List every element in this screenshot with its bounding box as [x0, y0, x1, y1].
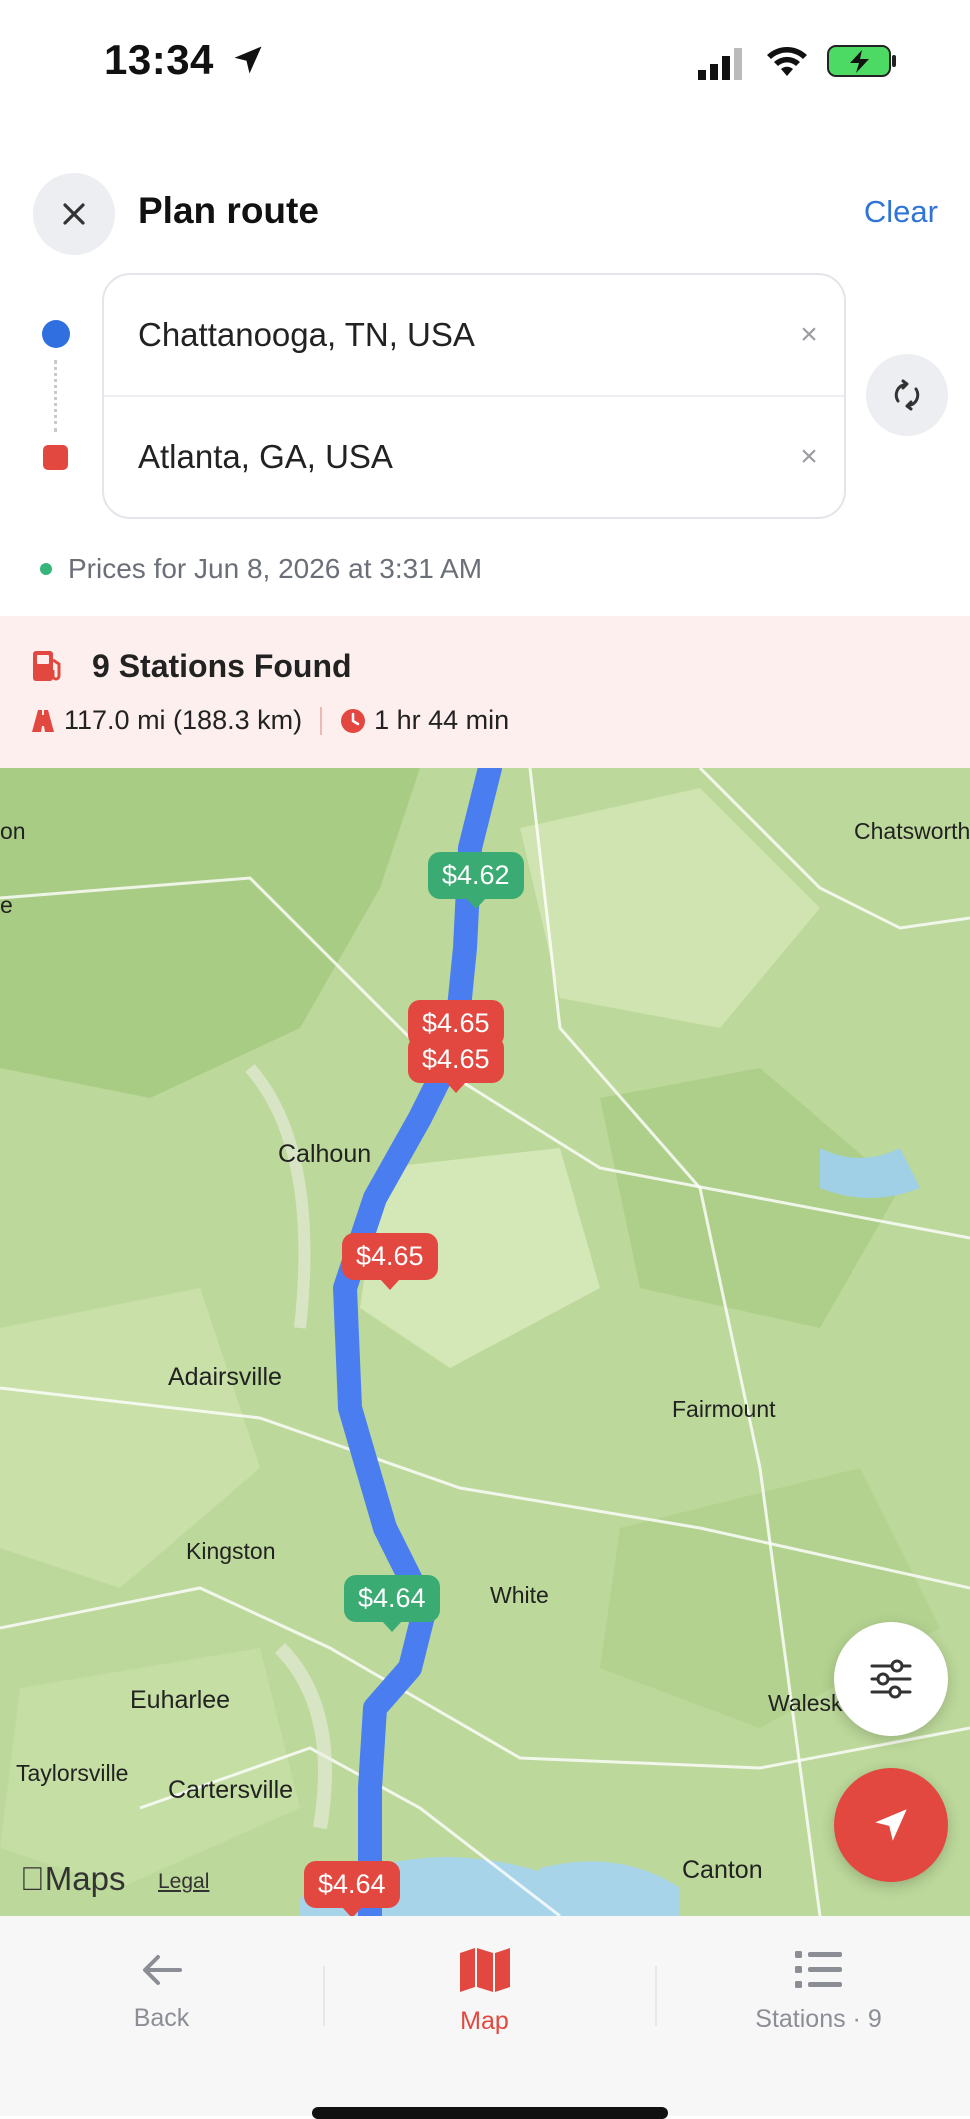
price-pin[interactable]: $4.65: [342, 1233, 438, 1290]
tab-stations-label: Stations · 9: [755, 2004, 882, 2033]
origin-marker-icon: [42, 320, 70, 348]
prices-note: Prices for Jun 8, 2026 at 3:31 AM: [40, 553, 482, 585]
clear-origin-icon[interactable]: ×: [774, 318, 844, 352]
tab-back[interactable]: Back: [0, 1916, 323, 2066]
live-dot-icon: [40, 563, 52, 575]
filter-button[interactable]: [834, 1622, 948, 1736]
clear-button[interactable]: Clear: [864, 194, 938, 230]
list-icon: [794, 1950, 842, 1988]
location-arrow-icon: [234, 46, 262, 74]
map-terrain: [0, 768, 970, 1916]
origin-value[interactable]: Chattanooga, TN, USA: [138, 316, 774, 354]
map-icon: [459, 1947, 510, 1992]
results-summary: [0, 616, 970, 768]
apple-logo-icon: : [20, 1860, 45, 1897]
duration-text: 1 hr 44 min: [374, 705, 510, 735]
bottom-tab-bar: Back Map Stations · 9: [0, 1916, 970, 2116]
back-arrow-icon: [142, 1954, 182, 1985]
battery-charging-icon: [826, 44, 898, 83]
home-indicator[interactable]: [312, 2107, 668, 2119]
price-pin[interactable]: $4.65: [408, 1036, 504, 1093]
town-label: e: [0, 892, 13, 918]
town-label: Taylorsville: [16, 1760, 129, 1786]
page-title: Plan route: [138, 190, 319, 231]
clock-icon: [341, 708, 366, 733]
town-label: Adairsville: [168, 1363, 282, 1391]
town-label: Fairmount: [672, 1396, 776, 1422]
swap-icon: [894, 379, 920, 411]
tab-map[interactable]: Map: [323, 1916, 646, 2066]
stats-separator: [320, 706, 323, 735]
wifi-icon: [764, 42, 810, 83]
distance-text: 117.0 mi (188.3 km): [64, 705, 303, 735]
town-label: on: [0, 818, 26, 844]
town-label: Euharlee: [130, 1686, 231, 1714]
tab-stations[interactable]: Stations · 9: [657, 1916, 970, 2066]
destination-marker-icon: [43, 445, 68, 470]
navigation-arrow-icon: [875, 1809, 907, 1841]
close-icon: [63, 203, 85, 225]
price-pin[interactable]: $4.64: [304, 1861, 400, 1916]
destination-field[interactable]: Atlanta, GA, USA ×: [104, 397, 844, 517]
fuel-pump-icon: [30, 648, 66, 689]
town-label: Calhoun: [278, 1140, 372, 1168]
route-map[interactable]: $4.62 $4.65 $4.65 $4.65 $4.64 $4.64 Calh…: [0, 768, 970, 1916]
town-label: Chatsworth: [854, 818, 970, 844]
maps-attribution: Maps: [20, 1860, 125, 1898]
swap-route-button[interactable]: [866, 354, 948, 436]
legal-link[interactable]: Legal: [158, 1870, 209, 1894]
town-label: White: [490, 1582, 549, 1608]
maps-logo-text: Maps: [20, 1860, 126, 1897]
price-pin[interactable]: $4.62: [428, 852, 524, 909]
sliders-icon: [870, 1659, 912, 1699]
road-icon: [32, 709, 54, 732]
locate-button[interactable]: [834, 1768, 948, 1882]
stations-found-title: 9 Stations Found: [92, 648, 352, 684]
status-time-text: 13:34: [104, 36, 214, 83]
clear-destination-icon[interactable]: ×: [774, 440, 844, 474]
status-time: 13:34: [104, 36, 266, 84]
close-button[interactable]: [33, 173, 115, 255]
route-inputs: Chattanooga, TN, USA × Atlanta, GA, USA …: [102, 273, 846, 519]
destination-value[interactable]: Atlanta, GA, USA: [138, 438, 774, 476]
route-stats: 117.0 mi (188.3 km) 1 hr 44 min: [30, 705, 509, 736]
tab-back-label: Back: [133, 2003, 190, 2032]
tab-map-label: Map: [460, 2006, 509, 2035]
origin-field[interactable]: Chattanooga, TN, USA ×: [104, 275, 844, 395]
signal-icon: [698, 46, 750, 85]
town-label: Kingston: [186, 1538, 276, 1564]
town-label: Canton: [682, 1856, 763, 1884]
town-label: Cartersville: [168, 1776, 294, 1804]
route-connector: [54, 360, 60, 432]
prices-note-text: Prices for Jun 8, 2026 at 3:31 AM: [68, 553, 483, 584]
price-pin[interactable]: $4.64: [344, 1575, 440, 1632]
